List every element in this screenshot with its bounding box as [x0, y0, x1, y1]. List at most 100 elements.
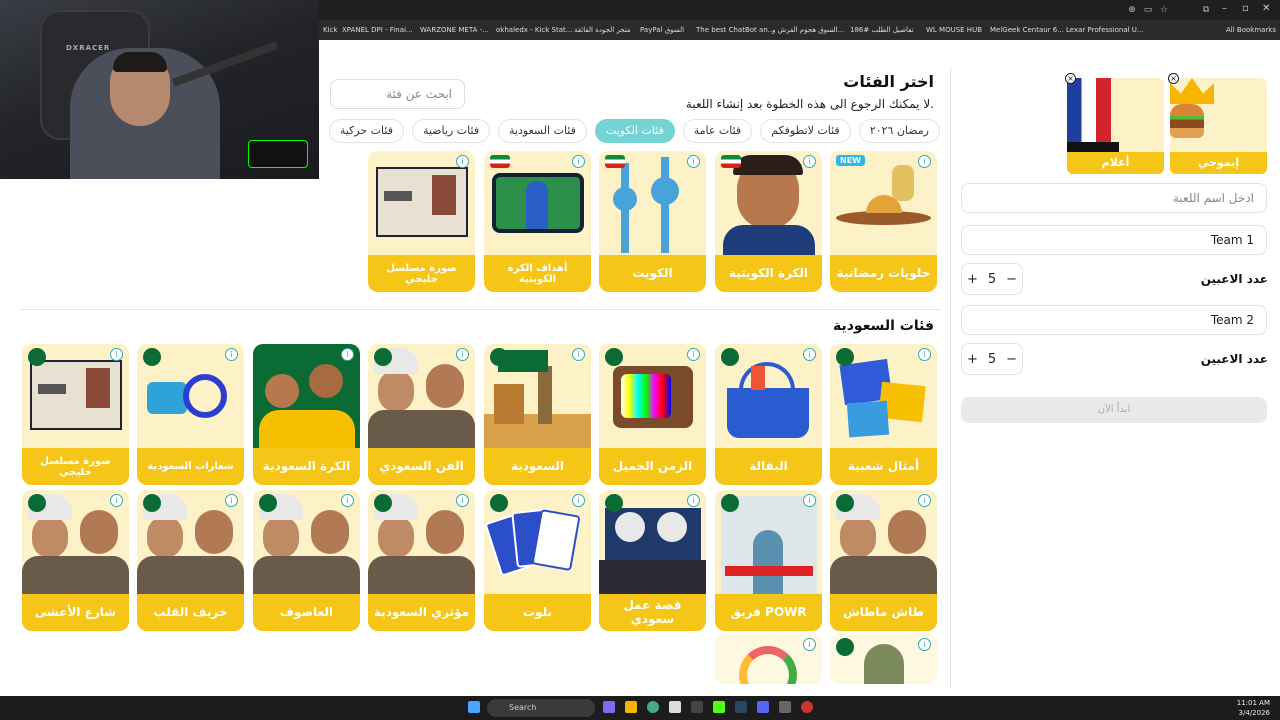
all-bookmarks[interactable]: All Bookmarks [1226, 26, 1276, 34]
bookmark[interactable]: متجر الجودة الفائقة [574, 26, 631, 34]
category-card[interactable]: i طاش ماطاش [830, 490, 937, 631]
info-icon[interactable]: i [110, 494, 123, 507]
minimize-icon[interactable]: – [1222, 3, 1227, 14]
category-card[interactable]: NEW i حلويات رمضانية [830, 151, 937, 292]
bookmark[interactable]: تفاصيل الطلب #186 [850, 26, 914, 34]
category-search-input[interactable]: ابحث عن فئة [330, 79, 465, 109]
star-icon[interactable]: ☆ [1158, 4, 1170, 16]
info-icon[interactable]: i [803, 348, 816, 361]
category-chip[interactable]: فئات السعودية [498, 119, 587, 143]
category-card[interactable]: i شارع الأعشى [22, 490, 129, 631]
category-card[interactable]: i مؤثري السعودية [368, 490, 475, 631]
copilot-icon[interactable] [603, 701, 615, 713]
app-icon[interactable] [669, 701, 681, 713]
category-card[interactable]: i الفن السعودي [368, 344, 475, 485]
info-icon[interactable]: i [687, 348, 700, 361]
category-card[interactable]: i الكرة السعودية [253, 344, 360, 485]
minus-button[interactable]: − [1006, 352, 1017, 367]
team2-name-input[interactable]: Team 2 [961, 305, 1267, 335]
category-card[interactable]: i خريف القلب [137, 490, 244, 631]
category-card[interactable]: i أمثال شعبية [830, 344, 937, 485]
category-label: الزمن الجميل [599, 448, 706, 485]
category-chip[interactable]: فئات الكويت [594, 119, 675, 143]
info-icon[interactable]: i [918, 155, 931, 168]
info-icon[interactable]: i [341, 494, 354, 507]
bookmark[interactable]: MelGeek Centaur 6... [990, 26, 1064, 34]
info-icon[interactable]: i [687, 494, 700, 507]
extensions-icon[interactable]: ⧉ [1200, 4, 1212, 16]
kick-icon[interactable] [713, 701, 725, 713]
discord-icon[interactable] [757, 701, 769, 713]
info-icon[interactable]: i [803, 155, 816, 168]
category-card[interactable]: i صورة مسلسل خليجي [22, 344, 129, 485]
info-icon[interactable]: i [803, 638, 816, 651]
saudi-flag-icon [374, 494, 392, 512]
category-chip[interactable]: فئات رياضية [411, 119, 491, 143]
plus-button[interactable]: + [967, 352, 978, 367]
app-icon[interactable] [691, 701, 703, 713]
info-icon[interactable]: i [918, 348, 931, 361]
file-explorer-icon[interactable] [625, 701, 637, 713]
bookmark[interactable]: WARZONE META -... [420, 26, 489, 34]
maximize-icon[interactable]: ▫ [1242, 3, 1249, 14]
bookmark[interactable]: WL MOUSE HUB [926, 26, 982, 34]
minus-button[interactable]: − [1006, 272, 1017, 287]
plus-button[interactable]: + [967, 272, 978, 287]
info-icon[interactable]: i [456, 348, 469, 361]
info-icon[interactable]: i [687, 155, 700, 168]
bookmark[interactable]: السوق هجوم الفرش و... [772, 26, 844, 34]
info-icon[interactable]: i [110, 348, 123, 361]
bookmark[interactable]: Kick [323, 26, 337, 34]
category-chip[interactable]: فئات عامة [682, 119, 753, 143]
zoom-icon[interactable]: ⊕ [1126, 4, 1138, 16]
category-card[interactable]: i قصة عمل سعودي [599, 490, 706, 631]
category-card-partial[interactable]: i [715, 634, 822, 684]
bookmark[interactable]: The best ChatBot an... [696, 26, 774, 34]
steam-icon[interactable] [735, 701, 747, 713]
info-icon[interactable]: i [918, 494, 931, 507]
start-game-button[interactable]: ابدأ الآن [961, 397, 1267, 423]
category-card[interactable]: i فريق POWR [715, 490, 822, 631]
info-icon[interactable]: i [456, 494, 469, 507]
info-icon[interactable]: i [918, 638, 931, 651]
category-card-partial[interactable]: i [830, 634, 937, 684]
bookmark[interactable]: XPANEL DPI - Finai... [342, 26, 413, 34]
category-card[interactable]: i بلوت [484, 490, 591, 631]
category-card[interactable]: i الزمن الجميل [599, 344, 706, 485]
remove-selected-icon[interactable]: × [1168, 73, 1179, 84]
app-icon[interactable] [779, 701, 791, 713]
info-icon[interactable]: i [803, 494, 816, 507]
info-icon[interactable]: i [225, 348, 238, 361]
chrome-icon[interactable] [647, 701, 659, 713]
app-icon[interactable] [801, 701, 813, 713]
info-icon[interactable]: i [572, 155, 585, 168]
category-card[interactable]: i الكرة الكويتية [715, 151, 822, 292]
cast-icon[interactable]: ▭ [1142, 4, 1154, 16]
selected-category-emoji[interactable]: إيموجي [1170, 78, 1267, 174]
category-card[interactable]: i البقالة [715, 344, 822, 485]
category-card[interactable]: i أهداف الكرة الكويتية [484, 151, 591, 292]
game-name-input[interactable]: ادخل اسم اللعبة [961, 183, 1267, 213]
info-icon[interactable]: i [456, 155, 469, 168]
category-card[interactable]: i الكويت [599, 151, 706, 292]
category-card[interactable]: i صورة مسلسل خليجي [368, 151, 475, 292]
category-chip[interactable]: فئات لاتطوفكم [760, 119, 851, 143]
category-card[interactable]: i العاصوف [253, 490, 360, 631]
remove-selected-icon[interactable]: × [1065, 73, 1076, 84]
close-window-icon[interactable]: ✕ [1262, 3, 1270, 14]
category-card[interactable]: i شعارات السعودية [137, 344, 244, 485]
selected-category-flags[interactable]: أعلام [1067, 78, 1164, 174]
bookmark[interactable]: Lexar Professional U... [1066, 26, 1144, 34]
info-icon[interactable]: i [572, 348, 585, 361]
bookmark[interactable]: okhaledx - Kick Stat... [496, 26, 572, 34]
taskbar-search[interactable]: Search [487, 699, 595, 717]
bookmark[interactable]: PayPal السوق [640, 26, 684, 34]
info-icon[interactable]: i [341, 348, 354, 361]
info-icon[interactable]: i [225, 494, 238, 507]
team1-name-input[interactable]: Team 1 [961, 225, 1267, 255]
category-card[interactable]: i السعودية [484, 344, 591, 485]
category-chip[interactable]: رمضان ٢٠٢٦ [858, 119, 940, 143]
info-icon[interactable]: i [572, 494, 585, 507]
windows-start-icon[interactable] [468, 701, 480, 713]
category-chip[interactable]: فئات حركية [328, 119, 404, 143]
